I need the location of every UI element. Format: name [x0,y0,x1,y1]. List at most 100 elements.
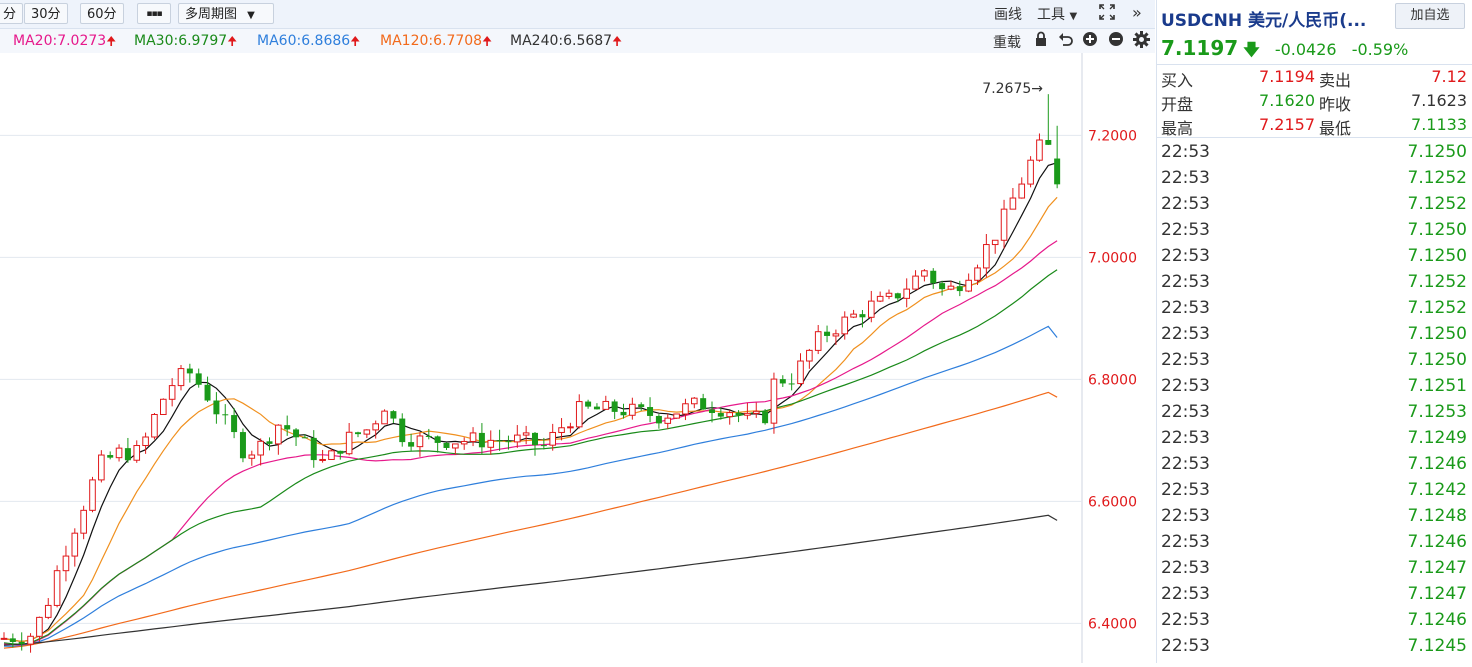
ma-line-ma240 [3,514,1058,646]
candle-body [319,458,326,461]
ma-label: MA30:6.9797 [134,33,228,49]
tick-time: 22:53 [1161,428,1210,448]
candle-body [779,379,786,384]
candle-body [991,239,999,246]
low-value: 7.1133 [1411,115,1467,134]
candle-body [425,435,432,437]
quote-row-bid-ask: 买入 7.1194 卖出 7.12 [1157,65,1472,90]
ask-label: 卖出 [1319,71,1352,90]
tick-row: 22:53 7.1246 [1157,529,1472,555]
tick-price: 7.1249 [1407,428,1467,448]
tick-time: 22:53 [1161,194,1210,214]
tick-row: 22:53 7.1246 [1157,451,1472,477]
candle-body [611,401,618,412]
tick-price: 7.1247 [1407,584,1467,604]
draw-line-button[interactable]: 画线 [994,4,1022,24]
more-periods-button[interactable]: ▪▪▪ [137,3,171,24]
candle-body [80,509,87,534]
timeframe-button-partial[interactable]: 分 [0,3,24,24]
candle-body [700,398,707,410]
candle-body [115,447,123,459]
candle-body [894,293,901,299]
candle-body [18,641,25,645]
candle-body [328,450,335,460]
reset-button[interactable]: 重载 [993,32,1021,52]
tick-time: 22:53 [1161,376,1210,396]
tick-price: 7.1247 [1407,558,1467,578]
bid-value: 7.1194 [1259,67,1315,86]
candle-body [71,532,79,557]
ma-line-ma30 [3,269,1058,645]
ma-line-ma60 [3,325,1058,647]
price-change-percent: -0.59% [1351,40,1409,59]
candle-body [930,270,937,284]
tick-time: 22:53 [1161,220,1210,240]
timeframe-30min-button[interactable]: 30分 [24,3,68,24]
up-arrow-icon: 🠉 [227,34,238,48]
candle-body [673,413,680,419]
tick-time: 22:53 [1161,636,1210,656]
ma60-value: MA60:6.8686🠉 [257,32,360,53]
timeframe-60min-button[interactable]: 60分 [80,3,124,24]
add-to-watchlist-button[interactable]: 加自选 [1395,3,1465,29]
candle-body [558,427,565,433]
tick-price: 7.1252 [1407,168,1467,188]
tick-price: 7.1250 [1407,324,1467,344]
tick-price: 7.1250 [1407,350,1467,370]
open-label: 开盘 [1161,95,1194,114]
tick-row: 22:53 7.1251 [1157,373,1472,399]
candle-body [133,445,141,461]
zoom-out-icon[interactable] [1108,31,1124,51]
candle-body [337,450,344,454]
candlestick-chart[interactable]: 7.2000 7.0000 6.8000 6.6000 6.4000 7.2675→ [0,53,1155,663]
max-price-annotation: 7.2675→ [982,81,1043,97]
candle-body [399,418,406,443]
collapse-panel-icon[interactable]: » [1132,3,1142,22]
chart-canvas[interactable]: 7.2000 7.0000 6.8000 6.6000 6.4000 7.2675→ [0,53,1155,663]
zoom-in-icon[interactable] [1082,31,1098,51]
candle-body [593,406,600,410]
tick-time: 22:53 [1161,324,1210,344]
tick-row: 22:53 7.1245 [1157,633,1472,659]
candle-body [204,384,211,401]
lock-icon[interactable] [1034,31,1048,51]
candle-body [824,331,831,336]
quote-panel: USDCNH 美元/人民币(... 加自选 7.1197 🡇 -0.0426 -… [1156,0,1472,663]
candle-body [876,295,884,302]
tick-time: 22:53 [1161,246,1210,266]
tick-time: 22:53 [1161,350,1210,370]
candle-body [355,432,361,435]
symbol-title: USDCNH 美元/人民币(... [1161,11,1367,31]
tick-time: 22:53 [1161,532,1210,552]
settings-gear-icon[interactable] [1133,31,1150,52]
candle-body [275,424,282,445]
candle-body [177,368,185,387]
down-arrow-icon: 🡇 [1243,40,1260,59]
candle-body [540,445,547,447]
moving-average-bar: MA20:7.0273🠉 MA30:6.9797🠉 MA60:6.8686🠉 M… [0,29,1155,53]
candle-body [629,403,636,416]
tick-row: 22:53 7.1252 [1157,269,1472,295]
tools-dropdown[interactable]: 工具 ▼ [1037,4,1077,24]
tick-price: 7.1248 [1407,506,1467,526]
candle-body [239,432,246,459]
tick-row: 22:53 7.1246 [1157,607,1472,633]
candle-body [947,285,955,290]
up-arrow-icon: 🠉 [612,34,623,48]
multi-period-dropdown[interactable]: 多周期图 ▼ [178,3,274,24]
candle-body [770,378,778,424]
candle-body [797,360,804,385]
candle-body [647,407,654,416]
price-change: -0.0426 [1274,40,1337,59]
tick-price: 7.1251 [1407,376,1467,396]
price-axis: 7.2000 7.0000 6.8000 6.6000 6.4000 [1088,128,1137,632]
fullscreen-icon[interactable] [1098,3,1116,25]
tick-row: 22:53 7.1250 [1157,139,1472,165]
undo-icon[interactable] [1058,31,1074,51]
candle-body [1036,139,1043,161]
candle-body [434,436,441,443]
quote-row-high-low: 最高 7.2157 最低 7.1133 [1157,113,1472,138]
price-tick-label: 7.0000 [1088,250,1137,266]
ma-label: MA20:7.0273 [13,33,107,49]
tick-price: 7.1252 [1407,194,1467,214]
